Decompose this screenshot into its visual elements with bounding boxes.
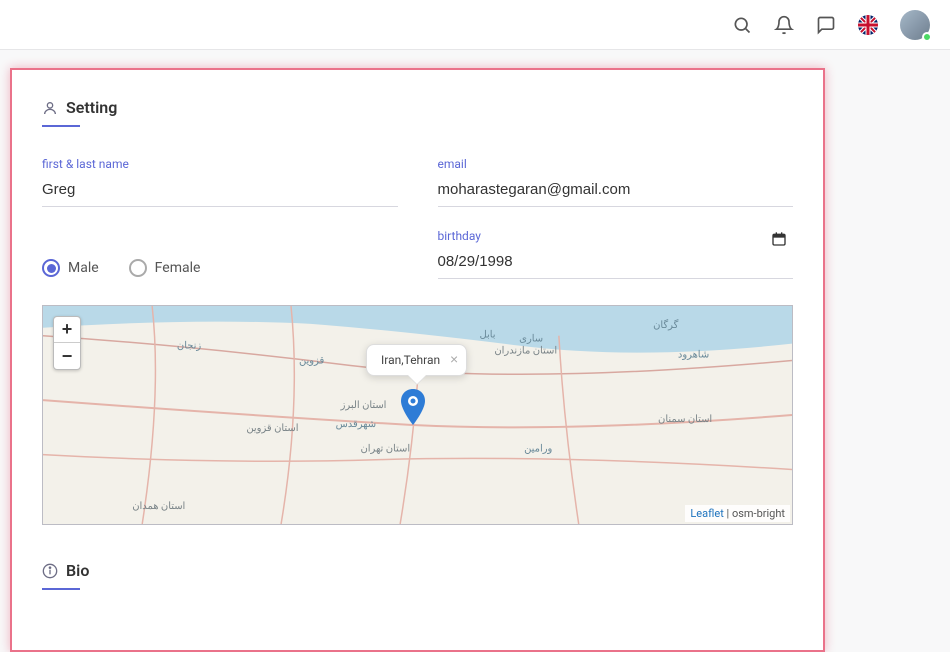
svg-text:زنجان: زنجان [177,341,201,352]
gender-male-radio[interactable]: Male [42,259,99,277]
svg-text:استان مازندران: استان مازندران [494,346,557,357]
zoom-in-button[interactable]: + [54,317,80,343]
comment-icon[interactable] [816,15,836,35]
leaflet-link[interactable]: Leaflet [690,507,723,520]
gender-female-label: Female [155,260,201,276]
email-input[interactable] [438,177,794,207]
zoom-out-button[interactable]: − [54,343,80,369]
map-zoom-control: + − [53,316,81,370]
svg-text:استان سمنان: استان سمنان [658,414,712,425]
birthday-label: birthday [438,229,794,243]
email-field: email [438,157,794,207]
topbar [0,0,950,50]
avatar[interactable] [900,10,930,40]
svg-text:ساری: ساری [519,334,543,345]
form-col-left: first & last name Male Female [42,157,398,279]
bio-title-text: Bio [66,561,89,580]
svg-text:گرگان: گرگان [653,319,678,331]
calendar-icon[interactable] [771,231,787,251]
map-marker-icon[interactable] [401,389,425,429]
svg-text:بابل: بابل [480,330,496,341]
svg-text:استان تهران: استان تهران [360,444,410,455]
map-popup-text: Iran,Tehran [381,353,440,367]
search-icon[interactable] [732,15,752,35]
attribution-rest: | osm-bright [724,507,785,520]
settings-title: Setting [42,98,793,117]
gender-female-radio[interactable]: Female [129,259,201,277]
close-icon[interactable]: × [450,351,458,367]
name-input[interactable] [42,177,398,207]
svg-text:ورامین: ورامین [524,444,552,455]
form-grid: first & last name Male Female email [42,157,793,279]
birthday-field: birthday [438,229,794,279]
map-popup: Iran,Tehran × [366,344,467,376]
gender-male-label: Male [68,260,99,276]
svg-text:استان قزوین: استان قزوین [246,423,298,434]
svg-text:شاهرود: شاهرود [678,350,709,361]
bell-icon[interactable] [774,15,794,35]
settings-card: Setting first & last name Male Female [10,68,825,652]
map-attribution: Leaflet | osm-bright [685,505,790,522]
bio-title: Bio [42,561,793,580]
settings-title-text: Setting [66,98,117,117]
language-flag-icon[interactable] [858,15,878,35]
email-label: email [438,157,794,171]
user-icon [42,100,58,116]
name-field: first & last name [42,157,398,207]
svg-text:قزوین: قزوین [299,355,325,366]
presence-indicator [922,32,932,42]
svg-text:استان البرز: استان البرز [340,400,387,411]
svg-text:استان همدان: استان همدان [132,501,185,512]
location-map[interactable]: گرگان ساری بابل شاهرود قزوین زنجان استان… [42,305,793,525]
name-label: first & last name [42,157,398,171]
form-col-right: email birthday [438,157,794,279]
info-icon [42,563,58,579]
bio-section: Bio [42,561,793,590]
gender-radio-group: Male Female [42,259,398,277]
svg-text:شهرقدس: شهرقدس [336,419,376,430]
birthday-input[interactable] [438,249,794,279]
section-underline [42,588,80,590]
section-underline [42,125,80,127]
